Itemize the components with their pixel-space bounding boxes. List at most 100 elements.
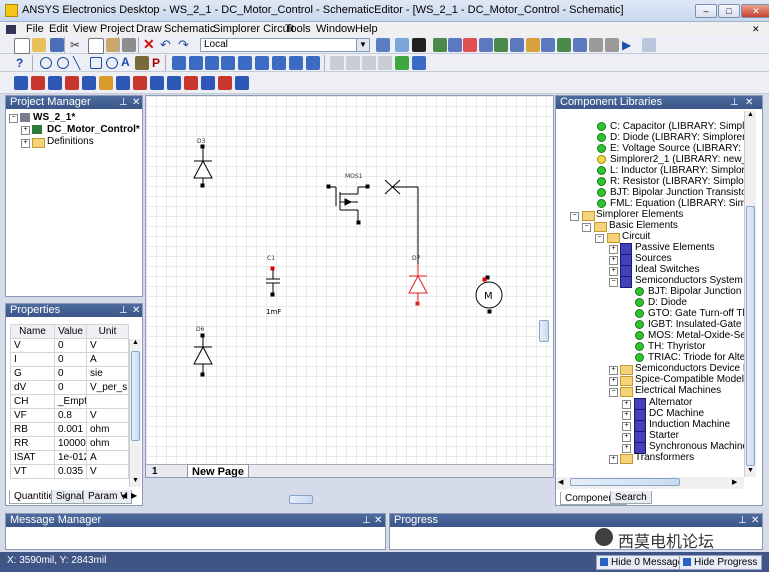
toolbar-tool-icon[interactable] [642, 38, 656, 52]
new-icon[interactable] [14, 38, 30, 54]
location-select[interactable]: Local ▼ [200, 38, 370, 52]
expand-icon[interactable]: + [609, 245, 618, 254]
toolbar-tool-icon[interactable] [65, 76, 79, 90]
toolbar-tool-icon[interactable] [14, 76, 28, 90]
toolbar-tool-icon[interactable] [306, 56, 320, 70]
toolbar-tool-icon[interactable] [116, 76, 130, 90]
toolbar-tool-icon[interactable] [395, 56, 409, 70]
scroll-up-icon[interactable]: ▲ [132, 339, 139, 346]
analyze-icon[interactable] [376, 38, 390, 52]
toolbar-tool-icon[interactable] [238, 56, 252, 70]
toolbar-tool-icon[interactable] [510, 38, 524, 52]
mosfet-mos1[interactable] [326, 184, 370, 225]
minimize-button[interactable]: – [695, 4, 717, 18]
close-icon[interactable]: ✕ [132, 96, 140, 109]
toolbar-tool-icon[interactable] [201, 76, 215, 90]
scroll-down-icon[interactable]: ▼ [132, 477, 139, 484]
diode-d3[interactable] [193, 144, 213, 188]
ellipse-icon[interactable] [106, 57, 118, 69]
pin-icon[interactable]: ⊥ [738, 514, 747, 527]
table-row[interactable]: RR100000ohm [10, 436, 129, 451]
expand-icon[interactable]: + [622, 411, 631, 420]
table-row[interactable]: VT 0.035 V [10, 464, 129, 479]
list-item[interactable]: L: Inductor (LIBRARY: Simplorer Eleme [610, 165, 744, 176]
menu-edit[interactable]: Edit [49, 22, 68, 36]
expand-icon[interactable]: + [622, 422, 631, 431]
copy-icon[interactable] [88, 38, 104, 54]
menu-draw[interactable]: Draw [136, 22, 162, 36]
list-item[interactable]: FML: Equation (LIBRARY: Simplorer Ele [610, 198, 744, 209]
list-item[interactable]: C: Capacitor (LIBRARY: Simplorer Eleme [610, 121, 744, 132]
menu-tools[interactable]: Tools [285, 22, 311, 36]
help-icon[interactable]: ? [16, 56, 30, 70]
property-unit[interactable]: V [86, 464, 129, 479]
column-header-unit[interactable]: Unit [86, 324, 129, 339]
menu-view[interactable]: View [73, 22, 97, 36]
list-item[interactable]: Passive Elements [635, 242, 714, 253]
list-item[interactable]: E: Voltage Source (LIBRARY: Simplorer [610, 143, 744, 154]
toolbar-tool-icon[interactable] [189, 56, 203, 70]
schematic-canvas[interactable]: M D3 MOS1 C1 1mF D7 D6 1 New Page [145, 95, 554, 478]
library-scrollbar-vertical[interactable]: ▲ ▼ [744, 111, 756, 477]
toolbar-tool-icon[interactable] [218, 76, 232, 90]
property-value[interactable]: 0.8 [54, 408, 87, 423]
dc-machine[interactable]: M [475, 275, 503, 314]
delete-icon[interactable]: ✕ [143, 37, 157, 51]
list-item[interactable]: Synchronous Machine [649, 441, 744, 452]
list-item[interactable]: BJT: Bipolar Junction Transistor (LIBRA [610, 187, 744, 198]
list-item[interactable]: TH: Thyristor [648, 341, 706, 352]
toolbar-tool-icon[interactable] [378, 56, 392, 70]
list-item[interactable]: GTO: Gate Turn-off Thyrist [648, 308, 744, 319]
toolbar-tool-icon[interactable] [167, 76, 181, 90]
expand-icon[interactable]: + [609, 256, 618, 265]
table-row[interactable]: dV 0 V_per_s [10, 380, 129, 395]
toolbar-tool-icon[interactable] [48, 76, 62, 90]
property-value[interactable]: _Empty [54, 394, 87, 409]
print-icon[interactable] [122, 38, 136, 52]
chevron-down-icon[interactable]: ▼ [356, 39, 369, 51]
text-icon[interactable]: A [121, 55, 135, 69]
expand-icon[interactable]: + [609, 366, 618, 375]
list-item[interactable]: IGBT: Insulated-Gate Bipola [648, 319, 744, 330]
validate-icon[interactable] [395, 38, 409, 52]
capacitor-c1[interactable] [266, 266, 280, 297]
toolbar-tool-icon[interactable] [221, 56, 235, 70]
toolbar-tool-icon[interactable] [541, 38, 555, 52]
arc-icon[interactable] [57, 57, 69, 69]
canvas-scrollbar-horizontal[interactable] [289, 495, 313, 504]
tab-scroll-right-icon[interactable]: ▶ [131, 491, 137, 500]
property-unit[interactable]: ohm [86, 422, 129, 437]
list-item[interactable]: Spice-Compatible Models [635, 374, 744, 385]
collapse-icon[interactable]: − [582, 223, 591, 232]
list-item[interactable]: Electrical Machines [635, 385, 721, 396]
property-unit[interactable]: V_per_s [86, 380, 129, 395]
list-item[interactable]: Circuit [622, 231, 650, 242]
toolbar-tool-icon[interactable] [433, 38, 447, 52]
diode-d7[interactable] [408, 264, 428, 306]
list-item[interactable]: MOS: Metal-Oxide-Semicon [648, 330, 744, 341]
line-icon[interactable]: ╲ [73, 56, 87, 70]
close-icon[interactable]: ✕ [374, 514, 382, 527]
table-row[interactable]: V0V [10, 338, 129, 353]
maximize-button[interactable]: □ [718, 4, 740, 18]
collapse-icon[interactable]: − [595, 234, 604, 243]
toolbar-tool-icon[interactable] [133, 76, 147, 90]
toolbar-tool-icon[interactable] [235, 76, 249, 90]
toolbar-tool-icon[interactable] [362, 56, 376, 70]
tab-scroll-left-icon[interactable]: ◀ [121, 491, 127, 500]
property-unit[interactable]: sie [86, 366, 129, 381]
project-design[interactable]: DC_Motor_Control* [47, 124, 140, 135]
library-scrollbar-horizontal[interactable]: ◀ ▶ [556, 477, 744, 489]
project-root[interactable]: WS_2_1* [33, 112, 75, 123]
property-value[interactable]: 0.001 [54, 422, 87, 437]
collapse-icon[interactable]: − [9, 114, 18, 123]
properties-scrollbar[interactable]: ▲ ▼ [129, 339, 141, 487]
expand-icon[interactable]: + [622, 400, 631, 409]
toolbar-tool-icon[interactable] [412, 56, 426, 70]
document-close-icon[interactable]: ✕ [752, 22, 760, 36]
open-icon[interactable] [32, 38, 46, 52]
polygon-icon[interactable] [90, 57, 102, 69]
toolbar-tool-icon[interactable] [272, 56, 286, 70]
property-value[interactable]: 1e-012 [54, 450, 87, 465]
pin-icon[interactable]: ⊥ [119, 304, 128, 317]
